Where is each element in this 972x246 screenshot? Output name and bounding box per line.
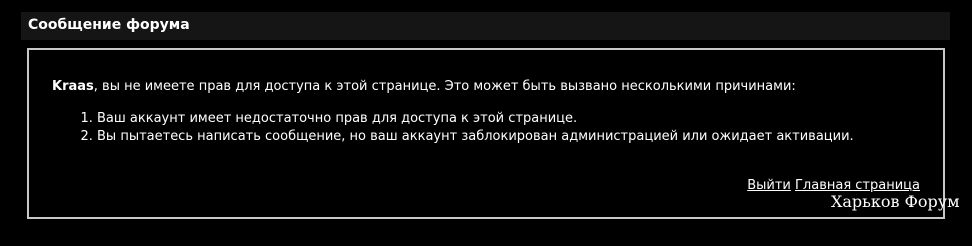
reasons-list: Ваш аккаунт имеет недостаточно прав для … [77, 110, 897, 146]
message-box: Kraas, вы не имеете прав для доступа к э… [27, 48, 945, 219]
logout-link[interactable]: Выйти [747, 178, 791, 193]
reason-item: Ваш аккаунт имеет недостаточно прав для … [97, 110, 897, 128]
home-link[interactable]: Главная страница [795, 178, 920, 193]
page-title: Сообщение форума [28, 17, 190, 33]
message-intro-text: , вы не имеете прав для доступа к этой с… [93, 79, 796, 94]
forum-message-page: Сообщение форума Kraas, вы не имеете пра… [0, 0, 972, 246]
header-bar: Сообщение форума [21, 12, 950, 40]
username: Kraas [52, 79, 94, 94]
site-watermark: Харьков Форум [831, 192, 960, 211]
message-intro: Kraas, вы не имеете прав для доступа к э… [52, 79, 796, 94]
action-links: Выйти Главная страница [747, 178, 920, 193]
reason-item: Вы пытаетесь написать сообщение, но ваш … [97, 128, 897, 146]
